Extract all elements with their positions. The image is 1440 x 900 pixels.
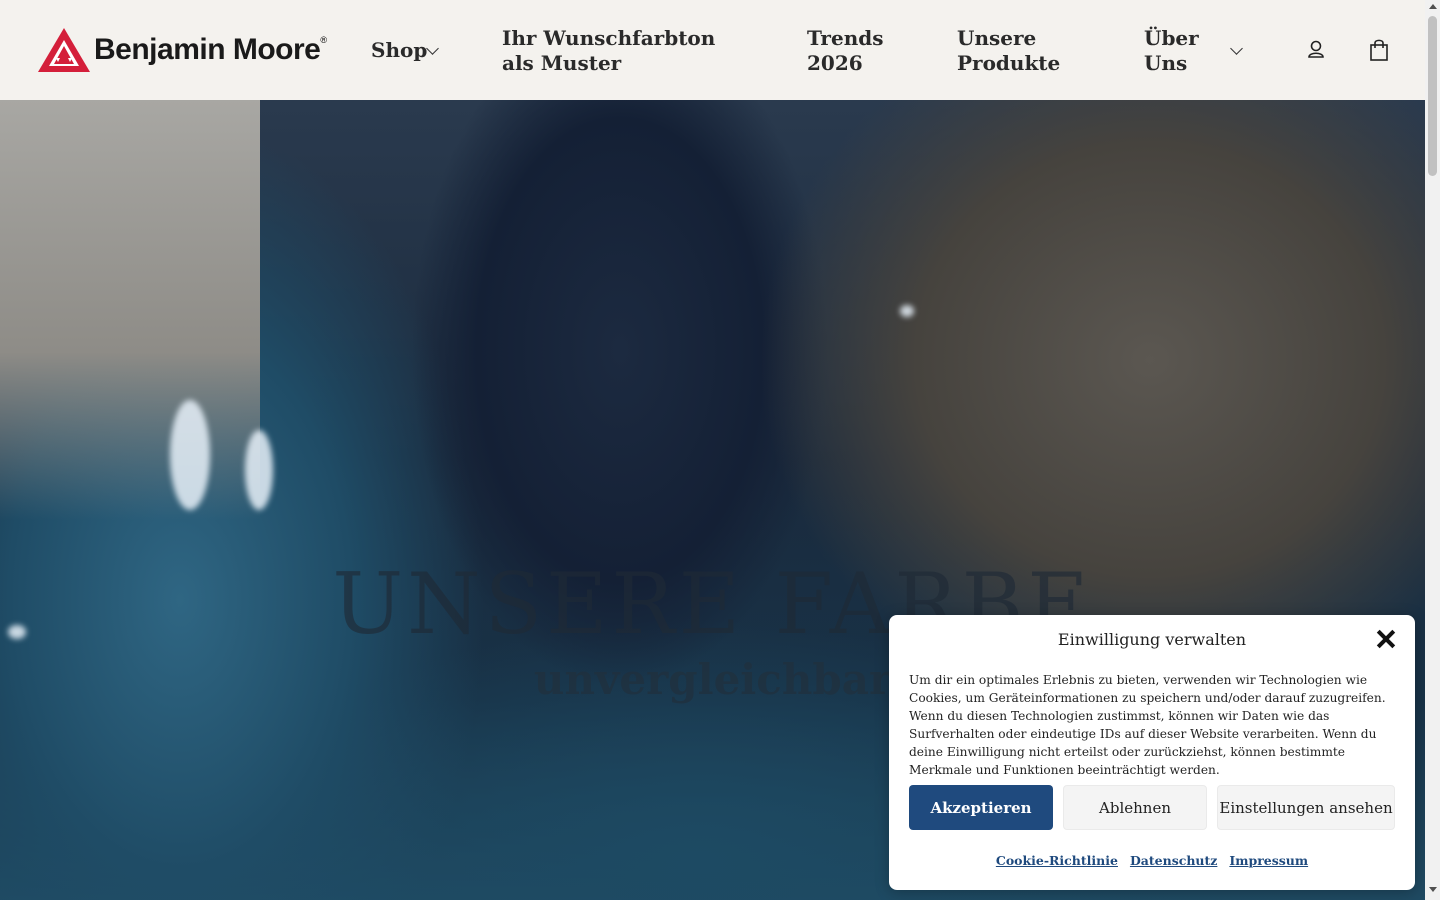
shopping-bag-icon[interactable] [1369,38,1389,62]
benjamin-moore-logo-icon [38,28,90,72]
preferences-button[interactable]: Einstellungen ansehen [1217,785,1395,830]
scroll-down-icon[interactable] [1429,887,1437,892]
accept-button[interactable]: Akzeptieren [909,785,1053,830]
chevron-down-icon[interactable] [1230,42,1243,55]
consent-title: Einwilligung verwalten [1057,630,1247,649]
consent-description: Um dir ein optimales Erlebnis zu bieten,… [909,673,1386,777]
hero-background-wall [0,100,260,520]
nav-about[interactable]: Über Uns [1144,26,1204,76]
vertical-scrollbar[interactable] [1425,0,1440,900]
user-icon[interactable] [1307,40,1325,60]
consent-links: Cookie-Richtlinie Datenschutz Impressum [889,853,1415,868]
chevron-down-icon[interactable] [426,42,439,55]
brand-logo[interactable]: Benjamin Moore ® [38,28,327,72]
nav-sample[interactable]: Ihr Wunschfarbton als Muster [502,26,742,76]
nav-shop[interactable]: Shop [371,38,427,63]
paint-highlight [170,400,210,510]
registered-mark: ® [320,35,328,45]
paint-highlight [900,305,914,317]
scrollbar-thumb[interactable] [1428,16,1437,176]
paint-highlight [245,430,273,510]
cookie-policy-link[interactable]: Cookie-Richtlinie [996,853,1118,868]
scroll-up-icon[interactable] [1429,4,1437,9]
privacy-link[interactable]: Datenschutz [1130,853,1217,868]
close-icon[interactable] [1376,629,1396,649]
brand-name: Benjamin Moore [94,33,321,66]
site-header: Benjamin Moore ® Shop Ihr Wunschfarbton a… [0,0,1425,100]
deny-button[interactable]: Ablehnen [1063,785,1207,830]
cookie-consent-dialog: Einwilligung verwalten Um dir ein optima… [889,615,1415,890]
imprint-link[interactable]: Impressum [1229,853,1308,868]
nav-trends[interactable]: Trends 2026 [807,26,897,76]
nav-products[interactable]: Unsere Produkte [957,26,1067,76]
